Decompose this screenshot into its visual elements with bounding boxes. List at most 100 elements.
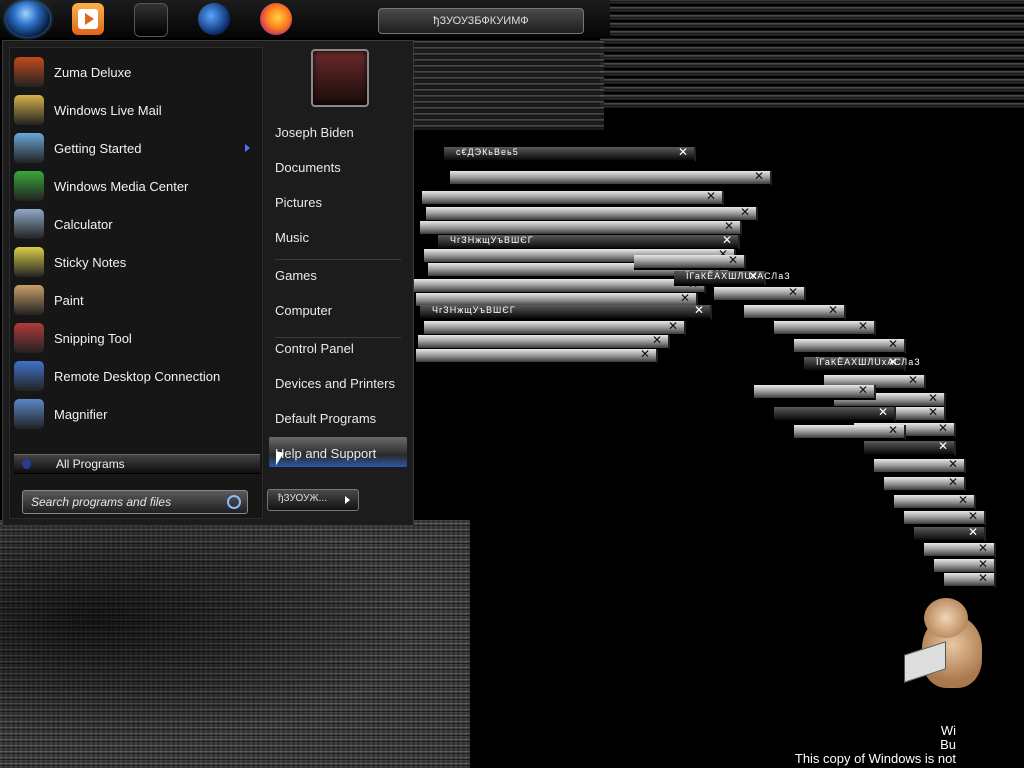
start-link-default-programs[interactable]: Default Programs: [275, 411, 376, 426]
close-icon[interactable]: ✕: [908, 373, 918, 387]
remote-desktop-icon: [14, 361, 44, 391]
start-link-computer[interactable]: Computer: [275, 303, 332, 318]
program-item-sticky-notes[interactable]: Sticky Notes: [14, 244, 258, 280]
taskbar-window-button[interactable]: ђЗУОУЗБФКУИМФ: [378, 8, 584, 34]
glitch-window-titlebar: ✕: [794, 423, 906, 440]
close-icon[interactable]: ✕: [858, 319, 868, 333]
program-item-calculator[interactable]: Calculator: [14, 206, 258, 242]
glitch-window-titlebar: ✕: [744, 303, 846, 320]
close-icon[interactable]: ✕: [938, 421, 948, 435]
program-label: Calculator: [54, 216, 113, 232]
submenu-arrow-icon[interactable]: [245, 144, 250, 152]
media-player-icon[interactable]: [72, 3, 104, 35]
program-item-magnifier[interactable]: Magnifier: [14, 396, 258, 432]
magnifier-icon: [14, 399, 44, 429]
close-icon[interactable]: ✕: [928, 391, 938, 405]
close-icon[interactable]: ✕: [858, 383, 868, 397]
firefox-icon[interactable]: [260, 3, 292, 35]
start-link-music[interactable]: Music: [275, 230, 309, 245]
all-programs-label: All Programs: [56, 457, 125, 471]
close-icon[interactable]: ✕: [958, 493, 968, 507]
black-box-icon[interactable]: [134, 3, 168, 37]
glitch-window-titlebar: ✕: [634, 253, 746, 270]
close-icon[interactable]: ✕: [722, 233, 732, 247]
close-icon[interactable]: ✕: [938, 439, 948, 453]
close-icon[interactable]: ✕: [888, 355, 898, 369]
program-item-getting-started[interactable]: Getting Started: [14, 130, 258, 166]
close-icon[interactable]: ✕: [680, 291, 690, 305]
start-link-pictures[interactable]: Pictures: [275, 195, 322, 210]
close-icon[interactable]: ✕: [728, 253, 738, 267]
close-icon[interactable]: ✕: [978, 557, 988, 571]
program-item-snipping-tool[interactable]: Snipping Tool: [14, 320, 258, 356]
program-item-remote-desktop-connection[interactable]: Remote Desktop Connection: [14, 358, 258, 394]
media-center-icon: [14, 171, 44, 201]
programs-pane: Zuma Deluxe Windows Live Mail Getting Star…: [9, 47, 263, 519]
close-icon[interactable]: ✕: [878, 405, 888, 419]
close-icon[interactable]: ✕: [748, 269, 758, 283]
start-link-joseph-biden[interactable]: Joseph Biden: [275, 125, 354, 140]
start-link-help-and-support[interactable]: Help and Support: [275, 446, 376, 461]
glitch-window-titlebar: ✕: [422, 189, 724, 206]
program-item-paint[interactable]: Paint: [14, 282, 258, 318]
close-icon[interactable]: ✕: [754, 169, 764, 183]
search-icon[interactable]: [227, 495, 241, 509]
close-icon[interactable]: ✕: [706, 189, 716, 203]
close-icon[interactable]: ✕: [828, 303, 838, 317]
close-icon[interactable]: ✕: [788, 285, 798, 299]
program-item-zuma-deluxe[interactable]: Zuma Deluxe: [14, 54, 258, 90]
close-icon[interactable]: ✕: [668, 319, 678, 333]
close-icon[interactable]: ✕: [888, 337, 898, 351]
program-item-windows-media-center[interactable]: Windows Media Center: [14, 168, 258, 204]
glitch-window-titlebar: ЇГаКЁАХШЛUхАСЛаЗ ✕: [804, 355, 920, 372]
glitch-window-titlebar: ✕: [450, 169, 772, 186]
start-link-control-panel[interactable]: Control Panel: [275, 341, 354, 356]
calculator-icon: [14, 209, 44, 239]
close-icon[interactable]: ✕: [694, 303, 704, 317]
glitch-window-title: ЇГаКЁАХШЛUхАСЛаЗ: [816, 357, 921, 367]
all-programs-button[interactable]: All Programs: [14, 454, 260, 474]
close-icon[interactable]: ✕: [978, 541, 988, 555]
glitch-window-titlebar: ✕: [944, 571, 996, 588]
start-orb-icon[interactable]: [6, 1, 50, 37]
program-label: Windows Live Mail: [54, 102, 162, 118]
close-icon[interactable]: ✕: [928, 405, 938, 419]
glitch-window-titlebar: ✕: [874, 457, 966, 474]
close-icon[interactable]: ✕: [978, 571, 988, 585]
search-input[interactable]: [29, 493, 223, 511]
watermark-line: Bu: [940, 737, 956, 752]
glitch-window-titlebar: ✕: [754, 383, 876, 400]
desktop-glitch-mid: [414, 40, 604, 130]
mail-icon: [14, 95, 44, 125]
start-link-devices-and-printers[interactable]: Devices and Printers: [275, 376, 395, 391]
sticky-notes-icon: [14, 247, 44, 277]
all-programs-arrow-icon: [22, 459, 31, 469]
desktop-glitch-top: [600, 0, 1024, 110]
program-label: Getting Started: [54, 140, 142, 156]
start-link-games[interactable]: Games: [275, 268, 317, 283]
close-icon[interactable]: ✕: [968, 525, 978, 539]
shutdown-options-icon[interactable]: [345, 496, 350, 504]
close-icon[interactable]: ✕: [948, 475, 958, 489]
close-icon[interactable]: ✕: [652, 333, 662, 347]
close-icon[interactable]: ✕: [678, 145, 688, 159]
glitch-window-titlebar: ✕: [714, 285, 806, 302]
search-box[interactable]: [22, 490, 248, 514]
close-icon[interactable]: ✕: [888, 423, 898, 437]
start-link-documents[interactable]: Documents: [275, 160, 341, 175]
shutdown-label: ђЗУОУЖ...: [278, 493, 327, 504]
close-icon[interactable]: ✕: [640, 347, 650, 361]
cascading-windows: с€ДЭКьВеь5✕✕✕✕✕ЧгЗНжщУъВШЄГ✕✕✕✕✕ЧгЗНжщУъ…: [414, 145, 1014, 595]
close-icon[interactable]: ✕: [968, 509, 978, 523]
user-picture[interactable]: [311, 49, 369, 107]
globe-icon[interactable]: [198, 3, 230, 35]
glitch-window-titlebar: ✕: [884, 475, 966, 492]
close-icon[interactable]: ✕: [724, 219, 734, 233]
close-icon[interactable]: ✕: [740, 205, 750, 219]
glitch-window-titlebar: ✕: [418, 333, 670, 350]
glitch-window-titlebar: ✕: [416, 347, 658, 364]
glitch-window-titlebar: ✕: [904, 509, 986, 526]
close-icon[interactable]: ✕: [948, 457, 958, 471]
shutdown-button[interactable]: ђЗУОУЖ...: [267, 489, 359, 511]
program-item-windows-live-mail[interactable]: Windows Live Mail: [14, 92, 258, 128]
